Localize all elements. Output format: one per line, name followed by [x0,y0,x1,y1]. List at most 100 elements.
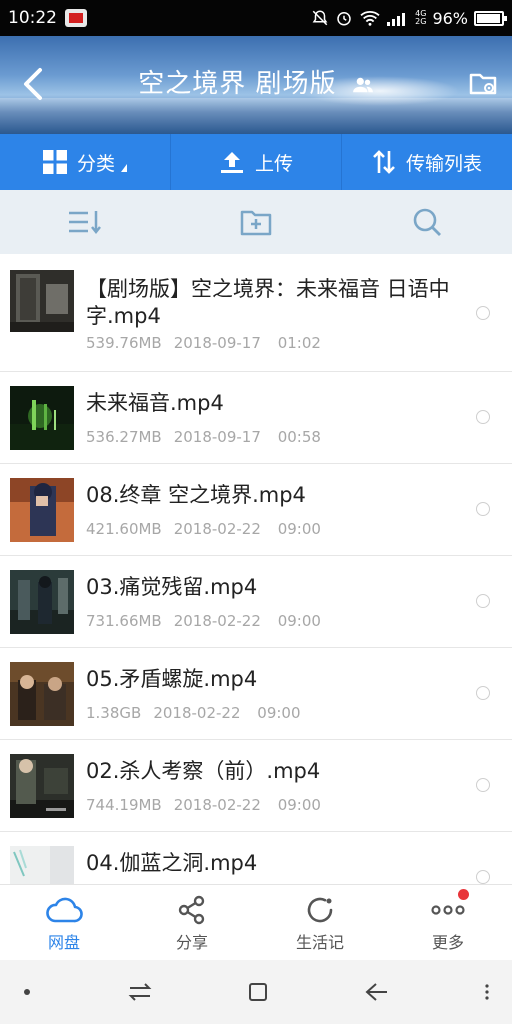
nav-life-label: 生活记 [295,933,344,952]
back-nav-icon[interactable] [364,981,390,1003]
file-name: 08.终章 空之境界.mp4 [86,483,306,507]
file-meta: 539.76MB 2018-09-17 01:02 [86,334,321,352]
system-navigation-bar [0,960,512,1024]
nav-more[interactable]: 更多 [384,885,512,960]
nav-cloud[interactable]: 网盘 [0,885,128,960]
file-meta: 744.19MB 2018-02-22 09:00 [86,796,321,814]
video-thumbnail [10,478,74,542]
bottom-navigation: 网盘 分享 生活记 更多 [0,884,512,960]
select-radio[interactable] [476,306,490,320]
file-date: 2018-02-22 [173,520,261,538]
search-button[interactable] [341,190,512,254]
file-date: 2018-02-22 [153,704,241,722]
battery-fill [477,13,501,23]
file-meta: 421.60MB 2018-02-22 09:00 [86,520,321,538]
share-icon [178,895,205,925]
nav-share[interactable]: 分享 [128,885,256,960]
transfer-list-button[interactable]: 传输列表 [342,134,512,190]
file-time: 00:58 [277,428,321,446]
file-size: 1.38GB [86,704,142,722]
select-radio[interactable] [476,410,490,424]
video-thumbnail [10,846,74,884]
video-thumbnail [10,754,74,818]
menu-dots-icon[interactable] [484,981,490,1003]
life-log-icon [307,897,333,923]
file-date: 2018-09-17 [173,428,261,446]
select-radio[interactable] [476,870,490,884]
nav-cloud-label: 网盘 [47,933,80,952]
file-row[interactable]: 03.痛觉残留.mp4 731.66MB 2018-02-22 09:00 [0,556,512,648]
nav-more-label: 更多 [431,933,464,952]
cloud-icon [46,897,83,923]
header-background-sea [0,98,512,134]
file-date: 2018-09-17 [173,334,261,352]
status-bar: 10:22 4G 2G 96% [0,0,512,36]
file-row[interactable]: 【剧场版】空之境界：未来福音 日语中字.mp4 539.76MB 2018-09-… [0,256,512,372]
file-time: 09:00 [277,796,321,814]
file-meta: 731.66MB 2018-02-22 09:00 [86,612,321,630]
transfer-list-label: 传输列表 [405,152,482,175]
home-square-icon[interactable] [247,981,269,1003]
category-label: 分类 [76,152,115,175]
file-time: 09:00 [277,612,321,630]
sort-icon [69,211,102,235]
file-size: 536.27MB [86,428,162,446]
alarm-icon [337,12,351,26]
file-name: 04.伽蓝之洞.mp4 [86,851,258,875]
file-name: 03.痛觉残留.mp4 [86,575,258,599]
video-thumbnail [10,662,74,726]
category-button[interactable]: 分类 [0,134,171,190]
file-date: 2018-02-22 [173,796,261,814]
file-meta: 536.27MB 2018-09-17 00:58 [86,428,321,446]
file-time: 09:00 [257,704,301,722]
file-name: 【剧场版】空之境界：未来福音 日语中字.mp4 [86,277,450,328]
file-name: 未来福音.mp4 [86,391,224,415]
new-folder-icon [240,210,272,236]
select-radio[interactable] [476,594,490,608]
video-thumbnail [10,270,74,332]
battery-icon [474,10,507,26]
page-title-wrap: 空之境界 剧场版 [0,66,512,102]
select-radio[interactable] [476,502,490,516]
file-time: 09:00 [277,520,321,538]
action-bar [0,190,512,254]
header: 空之境界 剧场版 [0,36,512,134]
notification-app-icon [65,9,87,27]
file-row[interactable]: 02.杀人考察（前）.mp4 744.19MB 2018-02-22 09:00 [0,740,512,832]
file-row[interactable]: 未来福音.mp4 536.27MB 2018-09-17 00:58 [0,372,512,464]
signal-icon [387,13,406,26]
wifi-icon [360,11,380,26]
status-time: 10:22 [8,8,57,28]
upload-button[interactable]: 上传 [171,134,342,190]
upload-label: 上传 [254,152,293,175]
mute-icon [312,10,328,26]
switch-apps-icon[interactable] [127,981,153,1003]
file-row[interactable]: 05.矛盾螺旋.mp4 1.38GB 2018-02-22 09:00 [0,648,512,740]
select-radio[interactable] [476,686,490,700]
status-icons: 4G 2G 96% [311,8,507,28]
network-type-bottom: 2G [415,17,427,26]
folder-settings-icon[interactable] [468,68,498,98]
network-type: 4G 2G [415,10,426,26]
dot-icon[interactable] [22,987,32,997]
page-title: 空之境界 剧场版 [138,69,337,99]
nav-life[interactable]: 生活记 [256,885,384,960]
new-folder-button[interactable] [171,190,342,254]
upload-icon [220,152,243,173]
dropdown-triangle-icon [121,164,127,172]
file-list: 【剧场版】空之境界：未来福音 日语中字.mp4 539.76MB 2018-09-… [0,256,512,884]
video-thumbnail [10,386,74,450]
file-time: 01:02 [277,334,321,352]
notification-badge [458,889,469,900]
battery-percent: 96% [432,8,468,28]
file-row[interactable]: 04.伽蓝之洞.mp4 [0,832,512,884]
sort-button[interactable] [0,190,171,254]
shared-people-icon [352,77,373,92]
file-row[interactable]: 08.终章 空之境界.mp4 421.60MB 2018-02-22 09:00 [0,464,512,556]
select-radio[interactable] [476,778,490,792]
file-size: 731.66MB [86,612,162,630]
grid-icon [42,150,67,174]
file-size: 421.60MB [86,520,162,538]
nav-share-label: 分享 [175,933,208,952]
file-name: 02.杀人考察（前）.mp4 [86,759,321,783]
